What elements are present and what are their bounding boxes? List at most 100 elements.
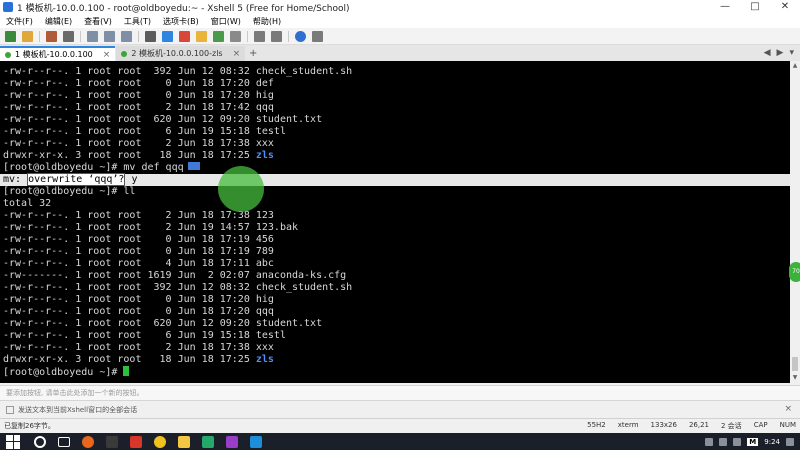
menu-edit[interactable]: 编辑(E) bbox=[39, 16, 78, 27]
status-info: 55H2 xterm 133x26 26,21 2 会话 CAP NUM bbox=[587, 421, 796, 431]
terminal-line: [root@oldboyedu ~]# bbox=[3, 366, 790, 378]
line-text: -rw-r--r--. 1 root root 392 Jun 12 08:32… bbox=[3, 282, 353, 293]
terminal-line: -rw-r--r--. 1 root root 6 Jun 19 15:18 t… bbox=[3, 126, 790, 138]
keyboard-icon[interactable] bbox=[213, 30, 224, 42]
ime-indicator[interactable]: M bbox=[747, 437, 759, 446]
status-size: 133x26 bbox=[650, 421, 677, 429]
taskbar-apps bbox=[28, 435, 268, 448]
paste-icon[interactable] bbox=[104, 30, 115, 42]
compose-window-icon[interactable] bbox=[6, 406, 14, 414]
terminal-line: total 32 bbox=[3, 198, 790, 210]
xshell-icon[interactable] bbox=[130, 435, 142, 448]
xftp-icon[interactable] bbox=[179, 30, 190, 42]
chrome-icon[interactable] bbox=[154, 435, 166, 448]
tab-session-2[interactable]: 2 模板机-10.0.0.100-zls × bbox=[116, 46, 246, 61]
terminal-output[interactable]: -rw-r--r--. 1 root root 392 Jun 12 08:32… bbox=[0, 61, 790, 383]
menu-tabs[interactable]: 选项卡(B) bbox=[157, 16, 205, 27]
line-text: -rw-r--r--. 1 root root 0 Jun 18 17:19 7… bbox=[3, 246, 274, 257]
terminal-icon[interactable] bbox=[106, 435, 118, 448]
toolbar-divider bbox=[247, 30, 248, 42]
reconnect-icon[interactable] bbox=[46, 30, 57, 42]
open-folder-icon[interactable] bbox=[22, 30, 33, 42]
copy-icon[interactable] bbox=[87, 30, 98, 42]
globe-icon[interactable] bbox=[162, 30, 173, 42]
status-sessions: 2 会话 bbox=[721, 422, 742, 430]
line-text: y bbox=[125, 174, 138, 185]
menu-help[interactable]: 帮助(H) bbox=[247, 16, 287, 27]
line-text: -rw-r--r--. 1 root root 4 Jun 18 17:11 a… bbox=[3, 258, 274, 269]
terminal-line: -rw-r--r--. 1 root root 0 Jun 18 17:20 h… bbox=[3, 90, 790, 102]
fullscreen-icon[interactable] bbox=[230, 30, 241, 42]
scroll-up-icon[interactable]: ▲ bbox=[790, 61, 800, 71]
menu-window[interactable]: 窗口(W) bbox=[205, 16, 247, 27]
tab-label: 2 模板机-10.0.0.100-zls bbox=[131, 49, 223, 58]
tab-session-1[interactable]: 1 模板机-10.0.0.100 × bbox=[0, 46, 116, 61]
terminal-line: -rw-------. 1 root root 1619 Jun 2 02:07… bbox=[3, 270, 790, 282]
menu-tools[interactable]: 工具(T) bbox=[118, 16, 157, 27]
print-icon[interactable] bbox=[145, 30, 156, 42]
close-compose-icon[interactable]: × bbox=[784, 404, 792, 414]
app2-icon[interactable] bbox=[250, 435, 262, 448]
terminal-line: -rw-r--r--. 1 root root 620 Jun 12 09:20… bbox=[3, 318, 790, 330]
windows-taskbar: M 9:24 bbox=[0, 433, 800, 450]
tab-prev-icon[interactable]: ◀ bbox=[764, 48, 771, 58]
terminal-line: -rw-r--r--. 1 root root 2 Jun 18 17:42 q… bbox=[3, 102, 790, 114]
firefox-icon[interactable] bbox=[82, 435, 94, 448]
tray-battery-icon[interactable] bbox=[733, 437, 742, 446]
lock-icon[interactable] bbox=[196, 30, 207, 42]
tab-navigation: ◀ ▶ ▾ bbox=[764, 45, 794, 61]
menu-view[interactable]: 查看(V) bbox=[78, 16, 118, 27]
media-icon[interactable] bbox=[226, 435, 238, 448]
xshell-app-icon bbox=[3, 2, 13, 12]
tab-next-icon[interactable]: ▶ bbox=[777, 48, 784, 58]
line-text: -rw-r--r--. 1 root root 0 Jun 18 17:20 d… bbox=[3, 78, 274, 89]
mouse-highlight bbox=[218, 166, 264, 212]
compose-text[interactable]: 发送文本到当前Xshell窗口的全部会话 bbox=[18, 405, 137, 415]
scroll-thumb[interactable] bbox=[792, 357, 798, 371]
tray-volume-icon[interactable] bbox=[719, 437, 728, 446]
taskbar-clock[interactable]: 9:24 bbox=[764, 438, 780, 446]
quick-button-bar[interactable]: 要添加按钮, 请单击此处添加一个新的按钮。 bbox=[0, 385, 800, 401]
line-text: drwxr-xr-x. 3 root root 18 Jun 18 17:25 bbox=[3, 354, 256, 365]
minimize-button[interactable]: — bbox=[710, 0, 740, 14]
side-bubble-badge[interactable]: 70 bbox=[789, 262, 800, 282]
window-controls: — □ ✕ bbox=[710, 0, 800, 14]
add-tab-button[interactable]: + bbox=[246, 46, 260, 61]
line-text: -rw-r--r--. 1 root root 2 Jun 18 17:42 q… bbox=[3, 102, 274, 113]
notification-icon[interactable] bbox=[786, 437, 794, 446]
close-tab-icon[interactable]: × bbox=[103, 50, 111, 60]
task-view-icon[interactable] bbox=[58, 436, 70, 447]
more-icon[interactable] bbox=[312, 30, 323, 42]
close-tab-icon[interactable]: × bbox=[233, 49, 241, 59]
menu-file[interactable]: 文件(F) bbox=[0, 16, 39, 27]
maximize-button[interactable]: □ bbox=[740, 0, 770, 14]
tray-network-icon[interactable] bbox=[705, 437, 714, 446]
terminal-scrollbar[interactable]: ▲ ▼ bbox=[790, 61, 800, 383]
scroll-down-icon[interactable]: ▼ bbox=[790, 373, 800, 383]
selected-text: overwrite ‘qqq’? bbox=[27, 173, 126, 186]
toolbar-divider bbox=[39, 30, 40, 42]
line-text: -rw-r--r--. 1 root root 0 Jun 18 17:19 4… bbox=[3, 234, 274, 245]
toolbar-divider bbox=[80, 30, 81, 42]
find-icon[interactable] bbox=[121, 30, 132, 42]
terminal-line: -rw-r--r--. 1 root root 0 Jun 18 17:20 q… bbox=[3, 306, 790, 318]
layout-icon[interactable] bbox=[254, 30, 265, 42]
app-icon[interactable] bbox=[202, 435, 214, 448]
search-icon[interactable] bbox=[34, 435, 46, 448]
help-icon[interactable] bbox=[295, 30, 306, 42]
disconnect-icon[interactable] bbox=[63, 30, 74, 42]
tab-menu-icon[interactable]: ▾ bbox=[789, 48, 794, 58]
terminal-line: drwxr-xr-x. 3 root root 18 Jun 18 17:25 … bbox=[3, 354, 790, 366]
line-text: [root@oldboyedu ~]# bbox=[3, 367, 124, 378]
system-tray: M 9:24 bbox=[705, 433, 794, 450]
status-bar: 已复制26字节。 55H2 xterm 133x26 26,21 2 会话 CA… bbox=[0, 418, 800, 433]
line-text: -rw-r--r--. 1 root root 2 Jun 18 17:38 x… bbox=[3, 138, 274, 149]
line-prefix: mv: bbox=[3, 174, 28, 185]
toolbar-divider bbox=[138, 30, 139, 42]
compose-icon[interactable] bbox=[271, 30, 282, 42]
terminal-line: -rw-r--r--. 1 root root 2 Jun 18 17:38 x… bbox=[3, 138, 790, 150]
windows-start-icon[interactable] bbox=[6, 434, 20, 449]
explorer-icon[interactable] bbox=[178, 435, 190, 448]
new-session-icon[interactable] bbox=[5, 30, 16, 42]
close-button[interactable]: ✕ bbox=[770, 0, 800, 14]
